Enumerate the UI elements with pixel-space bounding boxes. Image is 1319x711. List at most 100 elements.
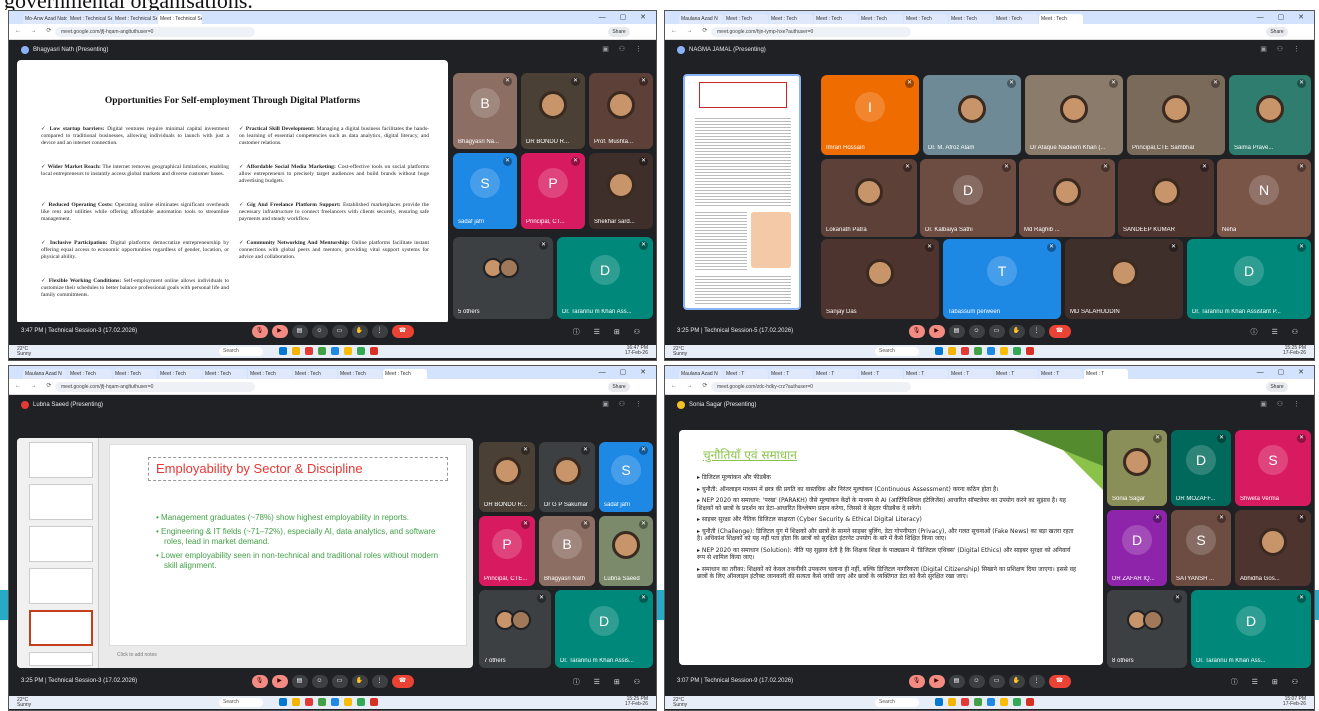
participant-tile[interactable]: S ✕ SATYANSH ... <box>1171 510 1231 586</box>
browser-tab[interactable]: Meet : Tech <box>203 369 247 379</box>
emoji-button[interactable]: ☺ <box>311 675 328 688</box>
participant-tile[interactable]: D ✕ Dr. Tarannu m Khan Ass... <box>1191 590 1311 668</box>
participant-tile[interactable]: B ✕ Bhagyasri Na... <box>453 73 517 149</box>
side-panel-icons[interactable]: ⓘ ☰ ⊞ ⚇ <box>573 677 646 687</box>
browser-tab[interactable]: Maulana Azad N <box>23 369 67 379</box>
window-controls[interactable]: — ▢ ✕ <box>599 13 652 21</box>
participant-tile[interactable]: ✕ Saima Prave... <box>1229 75 1311 155</box>
side-panel-icons[interactable]: ⓘ ☰ ⊞ ⚇ <box>1231 677 1304 687</box>
participant-tile[interactable]: ✕ 8 others <box>1107 590 1187 668</box>
present-button[interactable]: ▭ <box>331 325 348 338</box>
header-icons[interactable]: ▣ ⚇ ⋮ <box>602 400 646 408</box>
browser-tab[interactable]: Maulana Azad N <box>679 369 723 379</box>
browser-tab[interactable]: Meet : Tech <box>338 369 382 379</box>
taskbar-apps[interactable] <box>279 347 378 355</box>
participant-tile[interactable]: P ✕ Principal, CTE... <box>479 516 535 586</box>
browser-tab[interactable]: Maulana Azad N <box>679 14 723 24</box>
browser-tab[interactable]: Meet : Tech <box>383 369 427 379</box>
browser-tab[interactable]: Meet : Tech <box>1039 14 1083 24</box>
browser-tab[interactable]: Meet : T <box>994 369 1038 379</box>
more-options-button[interactable]: ⋮ <box>371 325 388 338</box>
side-panel-icons[interactable]: ⓘ ☰ ⚇ <box>1251 327 1304 337</box>
participant-tile[interactable]: ✕ Lokanath Patra <box>821 159 917 237</box>
participant-tile[interactable]: ✕ Shekhar sard... <box>589 153 653 229</box>
browser-tab[interactable]: Meet : T <box>1084 369 1128 379</box>
participant-tile[interactable]: S ✕ sadaf jafri <box>599 442 653 512</box>
browser-tab[interactable]: Meet : T <box>1039 369 1083 379</box>
taskbar-search[interactable]: Search <box>219 347 263 356</box>
browser-tab[interactable]: Meet : Tech <box>949 14 993 24</box>
present-button[interactable]: ▭ <box>988 675 1005 688</box>
participant-tile[interactable]: D ✕ Dr. Tarannu m Khan Assis... <box>555 590 653 668</box>
notes-placeholder[interactable]: Click to add notes <box>117 652 157 658</box>
browser-tab[interactable]: Meet : Tech <box>994 14 1038 24</box>
present-button[interactable]: ▭ <box>331 675 348 688</box>
participant-tile[interactable]: ✕ DR BONDU R... <box>479 442 535 512</box>
leave-call-button[interactable]: ☎ <box>1048 325 1071 338</box>
leave-call-button[interactable]: ☎ <box>391 675 414 688</box>
weather-widget[interactable]: 22°C Sunny <box>673 698 687 708</box>
browser-tab[interactable]: Meet : Tech <box>904 14 948 24</box>
leave-call-button[interactable]: ☎ <box>391 325 414 338</box>
mic-off-button[interactable]: 🎙 <box>251 325 268 338</box>
raise-hand-button[interactable]: ✋ <box>1008 325 1025 338</box>
participant-tile[interactable]: T ✕ Tabassum perween <box>943 239 1061 319</box>
participant-tile[interactable]: D ✕ Dr. Tarannu m Khan Assistant P... <box>1187 239 1311 319</box>
url-input[interactable]: meet.google.com/jfj-hqam-angltuthuser=0 <box>55 27 255 37</box>
leave-call-button[interactable]: ☎ <box>1048 675 1071 688</box>
camera-off-button[interactable]: ▶ <box>928 325 945 338</box>
mic-off-button[interactable]: 🎙 <box>908 325 925 338</box>
participant-tile[interactable]: N ✕ Neha <box>1217 159 1311 237</box>
weather-widget[interactable]: 22°C Sunny <box>17 698 31 708</box>
taskbar-apps[interactable] <box>935 698 1034 706</box>
participant-tile[interactable]: ✕ MD SALAHUDDIN <box>1065 239 1183 319</box>
weather-widget[interactable]: 22°C Sunny <box>17 347 31 357</box>
system-tray[interactable]: 15:25 PM 17-Feb-26 <box>1283 346 1306 356</box>
browser-tab[interactable]: Meet : Technical Session 3 <box>113 14 157 24</box>
side-panel-icons[interactable]: ⓘ ☰ ⊞ ⚇ <box>573 327 646 337</box>
profile-chip[interactable]: Share <box>608 382 630 392</box>
captions-button[interactable]: ▤ <box>291 325 308 338</box>
browser-tab[interactable]: Meet : Tech <box>248 369 292 379</box>
participant-tile[interactable]: I ✕ Imran Hossain <box>821 75 919 155</box>
nav-arrows-icon[interactable]: ← → ⟳ <box>15 382 55 389</box>
taskbar-apps[interactable] <box>279 698 378 706</box>
participant-tile[interactable]: S ✕ sadaf jafri <box>453 153 517 229</box>
raise-hand-button[interactable]: ✋ <box>351 325 368 338</box>
system-tray[interactable]: 15:07 PM 17-Feb-26 <box>1283 697 1306 707</box>
header-icons[interactable]: ▣ ⚇ ⋮ <box>1260 45 1304 53</box>
raise-hand-button[interactable]: ✋ <box>1008 675 1025 688</box>
emoji-button[interactable]: ☺ <box>968 325 985 338</box>
system-tray[interactable]: 16:47 PM 17-Feb-26 <box>625 346 648 356</box>
participant-tile[interactable]: S ✕ Shweta Verma <box>1235 430 1311 506</box>
participant-tile[interactable]: ✕ Dr Afaque Nadeem Khan (... <box>1025 75 1123 155</box>
emoji-button[interactable]: ☺ <box>968 675 985 688</box>
participant-tile[interactable]: D ✕ DR ZAFAR IQ... <box>1107 510 1167 586</box>
mic-off-button[interactable]: 🎙 <box>251 675 268 688</box>
participant-tile[interactable]: ✕ SANDEEP KUMAR <box>1118 159 1214 237</box>
browser-tab[interactable]: Meet : T <box>814 369 858 379</box>
window-controls[interactable]: — ▢ ✕ <box>599 368 652 376</box>
nav-arrows-icon[interactable]: ← → ⟳ <box>671 27 711 34</box>
browser-tab[interactable]: Meet : T <box>904 369 948 379</box>
header-icons[interactable]: ▣ ⚇ ⋮ <box>1260 400 1304 408</box>
nav-arrows-icon[interactable]: ← → ⟳ <box>671 382 711 389</box>
system-tray[interactable]: 15:25 PM 17-Feb-26 <box>625 697 648 707</box>
browser-tab[interactable]: Meet : Tech <box>158 369 202 379</box>
more-options-button[interactable]: ⋮ <box>1028 325 1045 338</box>
present-button[interactable]: ▭ <box>988 325 1005 338</box>
captions-button[interactable]: ▤ <box>948 675 965 688</box>
profile-chip[interactable]: Share <box>1266 382 1288 392</box>
taskbar-apps[interactable] <box>935 347 1034 355</box>
participant-tile[interactable]: B ✕ Bhagyasri Nath <box>539 516 595 586</box>
participant-tile[interactable]: D ✕ DR MOZAFF... <box>1171 430 1231 506</box>
browser-tab[interactable]: Meet : Tech <box>859 14 903 24</box>
taskbar-search[interactable]: Search <box>875 698 919 707</box>
url-input[interactable]: meet.google.com/zdc-hdky-crz?authuser=0 <box>711 382 911 392</box>
emoji-button[interactable]: ☺ <box>311 325 328 338</box>
browser-tab[interactable]: Meet : Technical Session 3 <box>158 14 202 24</box>
profile-chip[interactable]: Share <box>1266 27 1288 37</box>
participant-tile[interactable]: ✕ Lubna Saeed <box>599 516 653 586</box>
raise-hand-button[interactable]: ✋ <box>351 675 368 688</box>
camera-off-button[interactable]: ▶ <box>928 675 945 688</box>
